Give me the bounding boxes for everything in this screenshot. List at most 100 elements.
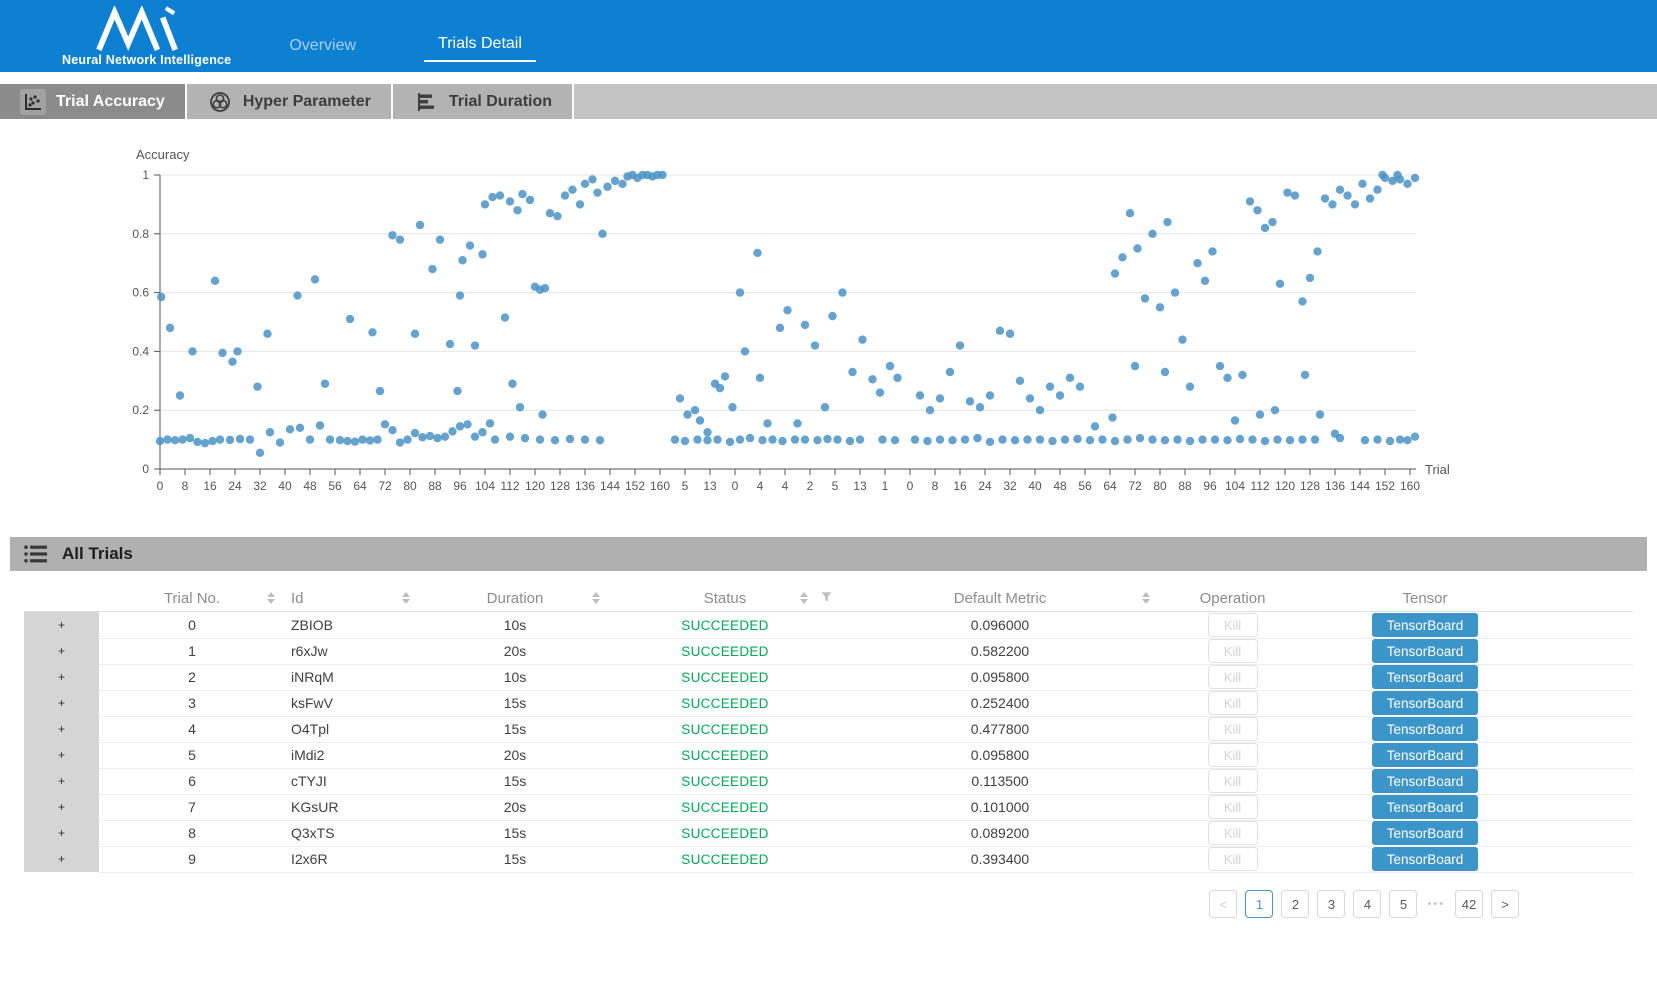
column-header-status[interactable]: Status <box>610 590 840 607</box>
sort-icon[interactable] <box>402 592 410 604</box>
x-tick-label: 128 <box>1300 479 1320 493</box>
kill-button[interactable]: Kill <box>1208 821 1258 845</box>
tensorboard-button[interactable]: TensorBoard <box>1372 847 1478 871</box>
kill-button[interactable]: Kill <box>1208 769 1258 793</box>
scatter-point <box>1163 218 1171 226</box>
cell-tensor: TensorBoard <box>1305 664 1545 691</box>
scatter-point <box>1186 437 1194 445</box>
pagination-page-3[interactable]: 3 <box>1317 890 1345 918</box>
tensorboard-button[interactable]: TensorBoard <box>1372 769 1478 793</box>
expand-row-button[interactable]: + <box>24 664 99 691</box>
x-tick-label: 88 <box>1178 479 1192 493</box>
tensorboard-button[interactable]: TensorBoard <box>1372 743 1478 767</box>
scatter-point <box>193 438 201 446</box>
scatter-point <box>293 291 301 299</box>
sort-icon[interactable] <box>800 592 808 604</box>
scatter-point <box>1298 435 1306 443</box>
cell-default-metric: 0.113500 <box>840 768 1160 795</box>
pagination-prev-button[interactable]: < <box>1209 890 1237 918</box>
nav-tab-overview[interactable]: Overview <box>275 37 370 62</box>
column-header-id[interactable]: Id <box>285 590 420 607</box>
sort-icon[interactable] <box>267 592 275 604</box>
tensorboard-button[interactable]: TensorBoard <box>1372 639 1478 663</box>
expand-row-button[interactable]: + <box>24 638 99 665</box>
x-tick-label: 32 <box>1003 479 1017 493</box>
cell-trial-no: 8 <box>99 820 285 847</box>
tab-hyper-parameter[interactable]: Hyper Parameter <box>187 84 393 119</box>
tensorboard-button[interactable]: TensorBoard <box>1372 691 1478 715</box>
sort-icon[interactable] <box>1142 592 1150 604</box>
scatter-point <box>676 394 684 402</box>
tensorboard-button[interactable]: TensorBoard <box>1372 613 1478 637</box>
scatter-point <box>911 435 919 443</box>
kill-button[interactable]: Kill <box>1208 795 1258 819</box>
expand-row-button[interactable]: + <box>24 820 99 847</box>
kill-button[interactable]: Kill <box>1208 665 1258 689</box>
kill-button[interactable]: Kill <box>1208 717 1258 741</box>
pagination-page-4[interactable]: 4 <box>1353 890 1381 918</box>
expand-row-button[interactable]: + <box>24 794 99 821</box>
cell-id: O4Tpl <box>285 716 420 743</box>
kill-button[interactable]: Kill <box>1208 613 1258 637</box>
row-filler <box>1545 768 1633 795</box>
pagination-page-1[interactable]: 1 <box>1245 890 1273 918</box>
tensorboard-button[interactable]: TensorBoard <box>1372 717 1478 741</box>
column-header-duration[interactable]: Duration <box>420 590 610 607</box>
kill-button[interactable]: Kill <box>1208 847 1258 871</box>
x-tick-label: 0 <box>907 479 914 493</box>
tensorboard-button[interactable]: TensorBoard <box>1372 821 1478 845</box>
cell-trial-no: 5 <box>99 742 285 769</box>
expand-row-button[interactable]: + <box>24 846 99 873</box>
scatter-point <box>478 428 486 436</box>
x-tick-label: 48 <box>303 479 317 493</box>
nav-tab-trials-detail[interactable]: Trials Detail <box>424 35 536 62</box>
pagination-page-42[interactable]: 42 <box>1455 890 1483 918</box>
kill-button[interactable]: Kill <box>1208 639 1258 663</box>
scatter-point <box>1111 437 1119 445</box>
scatter-point <box>596 436 604 444</box>
sort-icon[interactable] <box>592 592 600 604</box>
x-tick-label: 8 <box>182 479 189 493</box>
expand-row-button[interactable]: + <box>24 768 99 795</box>
tensorboard-button[interactable]: TensorBoard <box>1372 795 1478 819</box>
scatter-point <box>233 347 241 355</box>
cell-tensor: TensorBoard <box>1305 716 1545 743</box>
tab-trial-accuracy[interactable]: Trial Accuracy <box>0 84 187 119</box>
scatter-point <box>566 435 574 443</box>
expand-row-button[interactable]: + <box>24 612 99 639</box>
scatter-point <box>1411 174 1419 182</box>
scatter-point <box>998 435 1006 443</box>
cell-duration: 20s <box>420 794 610 821</box>
scatter-point <box>973 434 981 442</box>
expand-row-button[interactable]: + <box>24 742 99 769</box>
scatter-point <box>1133 244 1141 252</box>
logo-subtitle: Neural Network Intelligence <box>62 53 231 67</box>
table-header-row: Trial No. Id Duration Status Default Met… <box>24 585 1633 612</box>
expand-row-button[interactable]: + <box>24 690 99 717</box>
scatter-point <box>1123 435 1131 443</box>
scatter-point <box>1036 406 1044 414</box>
scatter-point <box>541 284 549 292</box>
x-tick-label: 16 <box>953 479 967 493</box>
filter-icon[interactable] <box>821 590 832 607</box>
pagination-page-2[interactable]: 2 <box>1281 890 1309 918</box>
scatter-point <box>1126 209 1134 217</box>
scatter-point <box>588 175 596 183</box>
kill-button[interactable]: Kill <box>1208 743 1258 767</box>
scatter-point <box>436 235 444 243</box>
pagination-page-5[interactable]: 5 <box>1389 890 1417 918</box>
scatter-point <box>948 436 956 444</box>
hyper-parameter-icon <box>207 89 233 115</box>
pagination-next-button[interactable]: > <box>1491 890 1519 918</box>
scatter-point <box>263 330 271 338</box>
kill-button[interactable]: Kill <box>1208 691 1258 715</box>
scatter-point <box>1373 435 1381 443</box>
tensorboard-button[interactable]: TensorBoard <box>1372 665 1478 689</box>
scatter-point <box>1291 191 1299 199</box>
column-header-trial-no[interactable]: Trial No. <box>99 590 285 607</box>
column-header-default-metric[interactable]: Default Metric <box>840 590 1160 607</box>
tab-trial-duration[interactable]: Trial Duration <box>393 84 574 119</box>
table-row: +4O4Tpl15sSUCCEEDED0.477800KillTensorBoa… <box>24 716 1633 742</box>
expand-row-button[interactable]: + <box>24 716 99 743</box>
scatter-point <box>1066 374 1074 382</box>
